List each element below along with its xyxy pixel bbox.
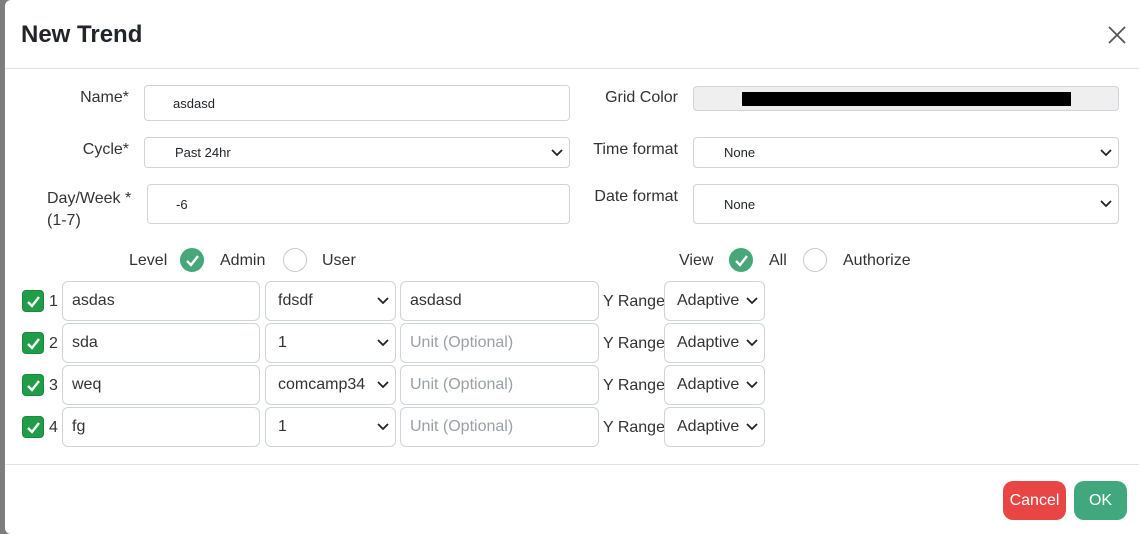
row-1-tag-value: fdsdf bbox=[278, 292, 313, 309]
row-4-unit-input[interactable]: Unit (Optional) bbox=[400, 407, 599, 447]
row-3-number: 3 bbox=[49, 377, 58, 394]
chevron-down-icon bbox=[377, 381, 389, 389]
row-2-yrange-select[interactable]: Adaptive bbox=[664, 323, 765, 363]
date-format-select[interactable]: None bbox=[693, 184, 1119, 224]
row-1-tag-select[interactable]: fdsdf bbox=[265, 281, 396, 321]
dayweek-label-line1: Day/Week * bbox=[47, 190, 132, 207]
row-4-yrange-label: Y Range bbox=[603, 419, 665, 436]
time-format-label: Time format bbox=[593, 141, 678, 158]
check-icon bbox=[27, 338, 40, 350]
check-icon bbox=[27, 380, 40, 392]
chevron-down-icon bbox=[377, 339, 389, 347]
chevron-down-icon bbox=[551, 148, 563, 156]
dayweek-label-line2: (1-7) bbox=[47, 212, 81, 229]
name-input[interactable]: asdasd bbox=[144, 85, 570, 121]
cycle-select-value: Past 24hr bbox=[175, 145, 231, 160]
row-3-tag-select[interactable]: comcamp34 bbox=[265, 365, 396, 405]
row-2-checkbox[interactable] bbox=[22, 332, 44, 354]
row-1-yrange-label: Y Range bbox=[603, 293, 665, 310]
view-all-label: All bbox=[769, 252, 787, 269]
level-label: Level bbox=[129, 252, 168, 269]
row-2-yrange-value: Adaptive bbox=[677, 334, 740, 351]
row-4-number: 4 bbox=[49, 419, 58, 436]
row-4-checkbox[interactable] bbox=[22, 416, 44, 438]
chevron-down-icon bbox=[377, 297, 389, 305]
level-admin-radio[interactable] bbox=[180, 248, 204, 272]
grid-color-picker[interactable] bbox=[693, 86, 1119, 111]
cancel-button[interactable]: Cancel bbox=[1003, 481, 1066, 520]
row-3-yrange-value: Adaptive bbox=[677, 376, 740, 393]
grid-color-label: Grid Color bbox=[605, 89, 678, 106]
row-2-unit-input[interactable]: Unit (Optional) bbox=[400, 323, 599, 363]
view-label: View bbox=[679, 252, 714, 269]
view-authorize-radio[interactable] bbox=[803, 248, 827, 272]
row-3-name-input[interactable]: weq bbox=[62, 365, 260, 405]
time-format-select[interactable]: None bbox=[693, 137, 1119, 168]
chevron-down-icon bbox=[1100, 200, 1112, 208]
ok-button[interactable]: OK bbox=[1074, 481, 1127, 520]
chevron-down-icon bbox=[746, 381, 758, 389]
check-icon bbox=[27, 296, 40, 308]
new-trend-dialog: New Trend Name* asdasd Cycle* Past 24hr … bbox=[5, 0, 1139, 534]
level-user-radio[interactable] bbox=[283, 248, 307, 272]
row-1-number: 1 bbox=[49, 293, 58, 310]
level-user-label: User bbox=[322, 252, 356, 269]
row-3-yrange-select[interactable]: Adaptive bbox=[664, 365, 765, 405]
row-1-checkbox[interactable] bbox=[22, 290, 44, 312]
name-label: Name* bbox=[80, 89, 129, 106]
close-button[interactable] bbox=[1105, 23, 1129, 47]
grid-color-swatch bbox=[742, 92, 1071, 106]
row-3-unit-input[interactable]: Unit (Optional) bbox=[400, 365, 599, 405]
row-1-yrange-value: Adaptive bbox=[677, 292, 740, 309]
check-icon bbox=[186, 255, 199, 267]
row-3-yrange-label: Y Range bbox=[603, 377, 665, 394]
chevron-down-icon bbox=[746, 423, 758, 431]
row-1-yrange-select[interactable]: Adaptive bbox=[664, 281, 765, 321]
view-authorize-label: Authorize bbox=[843, 252, 911, 269]
row-1-name-input[interactable]: asdas bbox=[62, 281, 260, 321]
chevron-down-icon bbox=[746, 339, 758, 347]
row-4-tag-select[interactable]: 1 bbox=[265, 407, 396, 447]
dayweek-input[interactable]: -6 bbox=[147, 184, 570, 224]
time-format-value: None bbox=[724, 145, 756, 160]
check-icon bbox=[735, 255, 748, 267]
cycle-select[interactable]: Past 24hr bbox=[144, 137, 570, 168]
row-3-tag-value: comcamp34 bbox=[278, 376, 366, 393]
dayweek-label: Day/Week * (1-7) bbox=[47, 188, 142, 232]
row-4-name-input[interactable]: fg bbox=[62, 407, 260, 447]
chevron-down-icon bbox=[1100, 148, 1112, 156]
chevron-down-icon bbox=[746, 297, 758, 305]
date-format-label: Date format bbox=[594, 188, 678, 205]
row-4-yrange-select[interactable]: Adaptive bbox=[664, 407, 765, 447]
view-all-radio[interactable] bbox=[729, 248, 753, 272]
date-format-value: None bbox=[724, 196, 756, 212]
chevron-down-icon bbox=[377, 423, 389, 431]
row-2-name-input[interactable]: sda bbox=[62, 323, 260, 363]
row-4-tag-value: 1 bbox=[278, 418, 287, 435]
row-1-unit-input[interactable]: asdasd bbox=[400, 281, 599, 321]
row-4-yrange-value: Adaptive bbox=[677, 418, 740, 435]
row-2-number: 2 bbox=[49, 335, 58, 352]
check-icon bbox=[27, 422, 40, 434]
dialog-title: New Trend bbox=[21, 21, 143, 48]
row-3-checkbox[interactable] bbox=[22, 374, 44, 396]
footer-divider bbox=[5, 464, 1139, 465]
cycle-label: Cycle* bbox=[82, 141, 129, 158]
close-icon bbox=[1108, 26, 1126, 44]
row-2-tag-select[interactable]: 1 bbox=[265, 323, 396, 363]
row-2-yrange-label: Y Range bbox=[603, 335, 665, 352]
level-admin-label: Admin bbox=[220, 252, 266, 269]
dialog-header: New Trend bbox=[5, 0, 1139, 69]
row-2-tag-value: 1 bbox=[278, 334, 287, 351]
